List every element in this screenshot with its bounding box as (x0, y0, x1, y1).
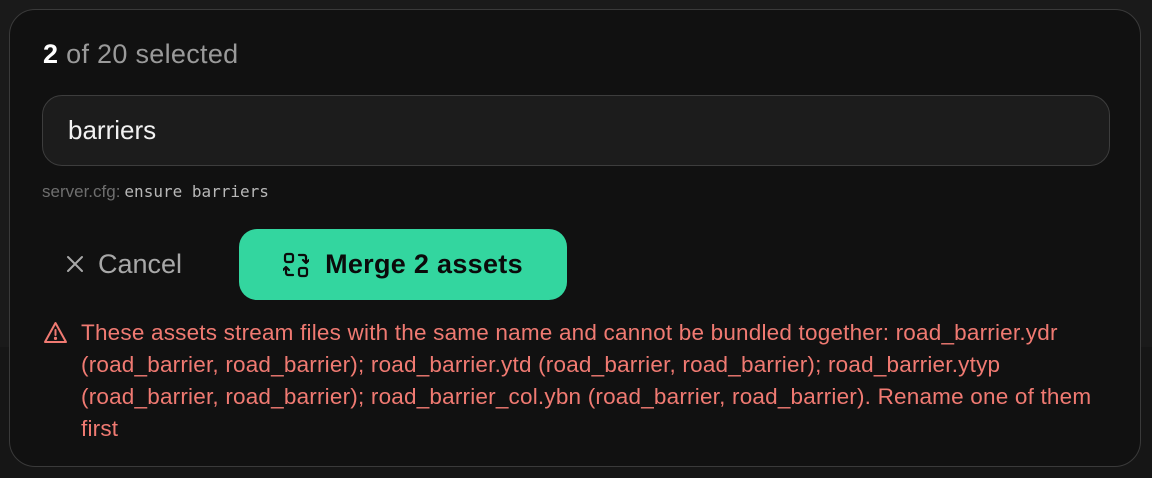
selection-count: 2 of 20 selected (43, 37, 238, 71)
warning-triangle-icon (43, 321, 68, 349)
close-icon (66, 255, 84, 273)
cancel-label: Cancel (98, 248, 183, 279)
merge-icon (283, 252, 310, 278)
hint-label: server.cfg: (42, 182, 121, 201)
server-cfg-hint: server.cfg: ensure barriers (42, 180, 269, 204)
bundle-name-input[interactable] (42, 95, 1110, 166)
selection-count-suffix: of 20 selected (58, 39, 239, 69)
selected-count: 2 (43, 39, 59, 69)
merge-button[interactable]: Merge 2 assets (239, 229, 567, 300)
hint-code: ensure barriers (124, 182, 269, 201)
error-text: These assets stream files with the same … (81, 320, 1092, 441)
merge-label: Merge 2 assets (325, 249, 523, 279)
cancel-button[interactable]: Cancel (66, 232, 182, 296)
merge-assets-panel: 2 of 20 selected server.cfg:ensure barri… (9, 9, 1141, 467)
